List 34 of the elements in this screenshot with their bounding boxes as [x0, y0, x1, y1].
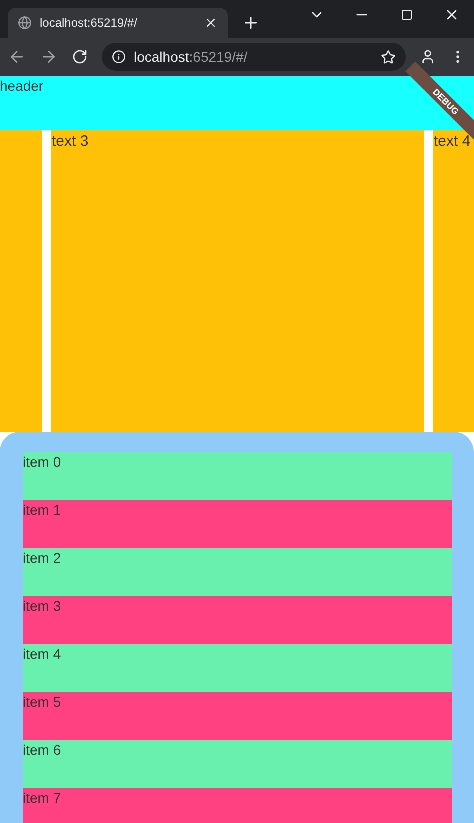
item-label: item 6: [23, 742, 62, 758]
reload-icon[interactable]: [72, 49, 88, 65]
list-item[interactable]: item 5: [23, 692, 452, 740]
profile-icon[interactable]: [420, 49, 436, 65]
list-item[interactable]: item 7: [23, 788, 452, 823]
item-label: item 2: [23, 550, 62, 566]
list-item[interactable]: item 0: [23, 452, 452, 500]
info-icon[interactable]: [112, 50, 126, 64]
carousel-page[interactable]: text 4: [433, 130, 474, 432]
item-label: item 1: [23, 502, 62, 518]
list-item[interactable]: item 6: [23, 740, 452, 788]
list-item[interactable]: item 1: [23, 500, 452, 548]
tab-title: localhost:65219/#/: [40, 16, 138, 30]
star-icon[interactable]: [381, 50, 396, 64]
item-label: item 5: [23, 694, 62, 710]
carousel-page[interactable]: text 3: [51, 130, 424, 432]
close-icon[interactable]: [204, 16, 218, 30]
address-bar[interactable]: localhost:65219/#/: [102, 43, 406, 71]
item-label: item 3: [23, 598, 62, 614]
browser-tab[interactable]: localhost:65219/#/: [8, 8, 228, 38]
back-icon[interactable]: [8, 48, 26, 66]
page-text: text 3: [52, 133, 89, 150]
new-tab-icon[interactable]: [242, 14, 260, 32]
maximize-icon[interactable]: [400, 9, 412, 21]
globe-icon: [18, 16, 32, 30]
item-label: item 0: [23, 454, 62, 470]
forward-icon[interactable]: [40, 48, 58, 66]
item-label: item 7: [23, 790, 62, 806]
url-text: localhost:65219/#/: [134, 49, 249, 65]
header-text: header: [0, 78, 44, 94]
item-label: item 4: [23, 646, 62, 662]
list-item[interactable]: item 3: [23, 596, 452, 644]
list-item[interactable]: item 4: [23, 644, 452, 692]
list-item[interactable]: item 2: [23, 548, 452, 596]
